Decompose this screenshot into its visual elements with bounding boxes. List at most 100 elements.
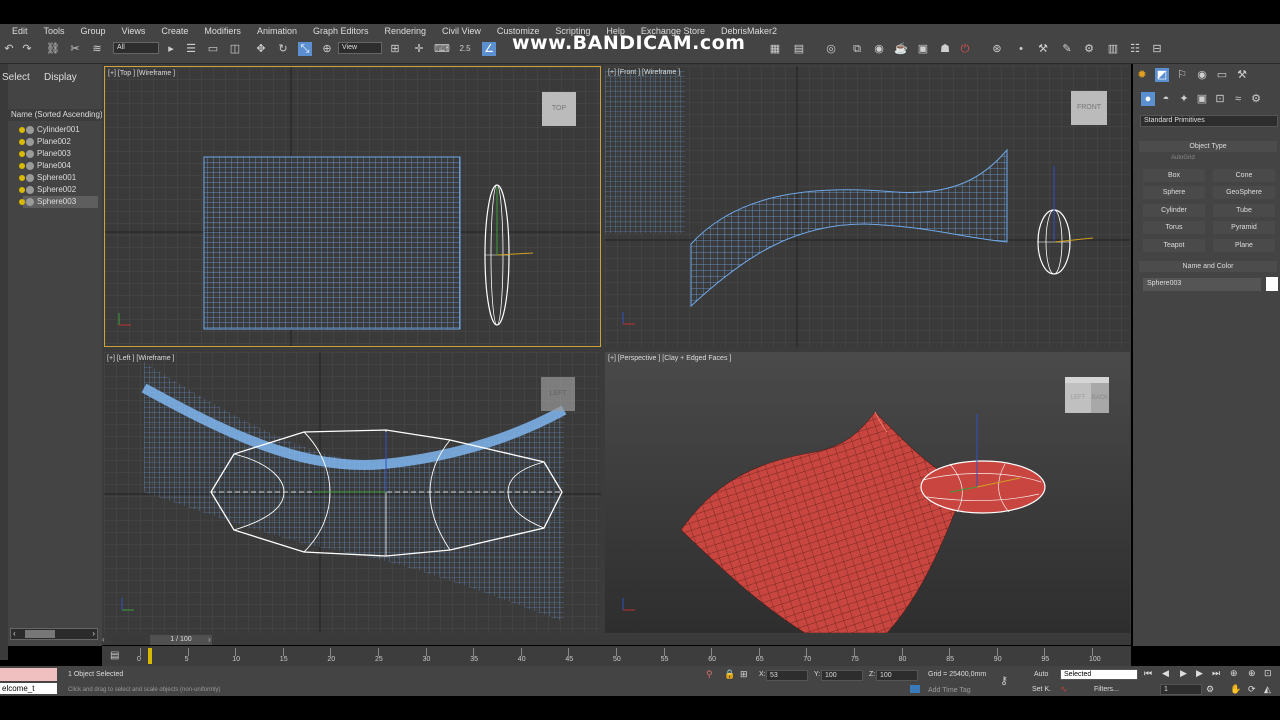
lights-icon[interactable]: ✦ [1177,92,1191,106]
menu-item-civil-view[interactable]: Civil View [442,26,481,36]
menu-item-views[interactable]: Views [122,26,146,36]
menu-item-create[interactable]: Create [161,26,188,36]
systems-icon[interactable]: ⚙ [1249,92,1263,106]
rotate-icon[interactable]: ↻ [276,42,290,56]
snap-toggle-icon[interactable]: 2.5 [458,42,472,56]
z-coordinate-field[interactable]: 100 [876,670,918,681]
tool-icon[interactable]: ⚙ [1082,42,1096,56]
viewcube[interactable]: TOP [542,92,576,126]
viewport-left[interactable]: [+] [Left ] [Wireframe ] LEFT [104,352,601,633]
set-key-button[interactable]: Set K. [1032,686,1051,693]
list-item[interactable]: Plane003 [19,148,71,160]
menu-item-group[interactable]: Group [81,26,106,36]
key-mode-icon[interactable]: ∿ [1060,684,1070,694]
helpers-icon[interactable]: ⊡ [1213,92,1227,106]
viewcube-face-left[interactable]: LEFT [1065,383,1091,413]
bind-spacewarp-icon[interactable]: ≋ [90,42,104,56]
chevron-left-icon[interactable]: ‹ [102,635,105,644]
x-coordinate-field[interactable]: 53 [766,670,808,681]
time-slider[interactable]: ‹ 1 / 100 › [102,635,1131,645]
object-type-rollout[interactable]: Object Type [1139,141,1277,152]
horizontal-scrollbar[interactable]: ‹ › [10,628,98,640]
rendered-frame-icon[interactable]: ▣ [916,42,930,56]
rectangular-selection-icon[interactable]: ▭ [206,42,220,56]
geometry-icon[interactable]: ● [1141,92,1155,106]
create-tab-icon[interactable]: ✹ [1135,68,1149,82]
tab-display[interactable]: Display [44,72,77,83]
mini-curve-editor-icon[interactable]: ▤ [110,650,122,662]
current-frame-marker[interactable] [148,648,152,664]
goto-end-icon[interactable]: ⏭ [1212,668,1220,679]
viewport-label[interactable]: [+] [Perspective ] [Clay + Edged Faces ] [608,355,731,362]
cylinder-button[interactable]: Cylinder [1143,204,1205,217]
reference-coordinate-dropdown[interactable]: View [338,42,382,54]
keyboard-shortcut-icon[interactable]: ⌨ [434,42,450,56]
move-icon[interactable]: ✥ [254,42,268,56]
curve-editor-icon[interactable]: ◎ [824,42,838,56]
list-item[interactable]: Plane002 [19,136,71,148]
menu-item-animation[interactable]: Animation [257,26,297,36]
geosphere-button[interactable]: GeoSphere [1213,186,1275,199]
viewport-perspective[interactable]: [+] [Perspective ] [Clay + Edged Faces ]… [605,352,1130,633]
chevron-left-icon[interactable]: ‹ [13,629,16,638]
layer-explorer-icon[interactable]: ▦ [768,42,782,56]
autogrid-checkbox[interactable]: AutoGrid [1171,155,1195,161]
hammer-icon[interactable]: ⚒ [1036,42,1050,56]
lock-icon[interactable]: 🔒 [724,669,735,680]
list-item-selected[interactable]: Sphere003 [19,196,98,208]
viewport-label[interactable]: [+] [Left ] [Wireframe ] [107,355,175,362]
hierarchy-tab-icon[interactable]: ⚐ [1175,68,1189,82]
spacewarps-icon[interactable]: ≈ [1231,92,1245,106]
render-setup-icon[interactable]: ☕ [894,42,908,56]
select-manipulate-icon[interactable]: ✛ [412,42,426,56]
shapes-icon[interactable]: ◓ [1159,92,1173,106]
isolate-icon[interactable]: ⚲ [706,669,713,680]
script-icon[interactable]: ▥ [1106,42,1120,56]
time-slider-thumb[interactable]: 1 / 100 [150,635,212,645]
select-by-name-icon[interactable]: ☰ [184,42,198,56]
y-coordinate-field[interactable]: 100 [821,670,863,681]
maxscript-input[interactable]: elcome_t [0,683,57,694]
key-icon[interactable]: ⚷ [1000,674,1008,687]
display-tab-icon[interactable]: ▭ [1215,68,1229,82]
menu-item-graph-editors[interactable]: Graph Editors [313,26,369,36]
tab-select[interactable]: Select [2,72,30,83]
pivot-center-icon[interactable]: ⊞ [388,42,402,56]
previous-frame-icon[interactable]: ◀ [1162,668,1169,679]
pyramid-button[interactable]: Pyramid [1213,221,1275,234]
modify-tab-icon[interactable]: ◩ [1155,68,1169,82]
track-bar[interactable]: 0 5 10 15 20 25 30 35 40 45 50 55 60 65 70 75 80 85 90 95 10… [102,646,1131,666]
menu-item-tools[interactable]: Tools [44,26,65,36]
viewport-top[interactable]: [+] [Top ] [Wireframe ] TOP [104,66,601,347]
key-filters-button[interactable]: Filters... [1094,686,1119,693]
object-name-field[interactable]: Sphere003 [1143,278,1261,291]
play-icon[interactable]: ▶ [1180,668,1187,679]
maxscript-listener[interactable] [0,668,57,681]
color-swatch[interactable] [1266,277,1278,291]
schematic-view-icon[interactable]: ⧉ [850,42,864,56]
material-editor-icon[interactable]: ◉ [872,42,886,56]
field-of-view-icon[interactable]: ◭ [1264,684,1271,695]
current-frame-field[interactable]: 1 [1160,684,1202,695]
cone-button[interactable]: Cone [1213,169,1275,182]
scale-icon[interactable]: ⤡ [298,42,312,56]
grid-icon[interactable]: ⊟ [1150,42,1164,56]
sphere-button[interactable]: Sphere [1143,186,1205,199]
time-config-icon[interactable]: ⚙ [1206,684,1214,695]
category-dropdown[interactable]: Standard Primitives [1140,115,1278,127]
paint-icon[interactable]: ✎ [1060,42,1074,56]
list-item[interactable]: Cylinder001 [19,124,80,136]
unlink-icon[interactable]: ✂ [68,42,82,56]
list-item[interactable]: Plane004 [19,160,71,172]
angle-snap-icon[interactable]: ∠ [482,42,496,56]
tube-button[interactable]: Tube [1213,204,1275,217]
list-item[interactable]: Sphere001 [19,172,76,184]
select-object-icon[interactable]: ▸ [164,42,178,56]
viewcube[interactable]: LEFT BACK [1065,377,1109,415]
redo-icon[interactable]: ↷ [20,42,34,56]
motion-tab-icon[interactable]: ◉ [1195,68,1209,82]
add-time-tag[interactable]: Add Time Tag [928,687,971,694]
time-tag-icon[interactable] [910,685,920,693]
box-button[interactable]: Box [1143,169,1205,182]
placement-icon[interactable]: ⊕ [320,42,334,56]
